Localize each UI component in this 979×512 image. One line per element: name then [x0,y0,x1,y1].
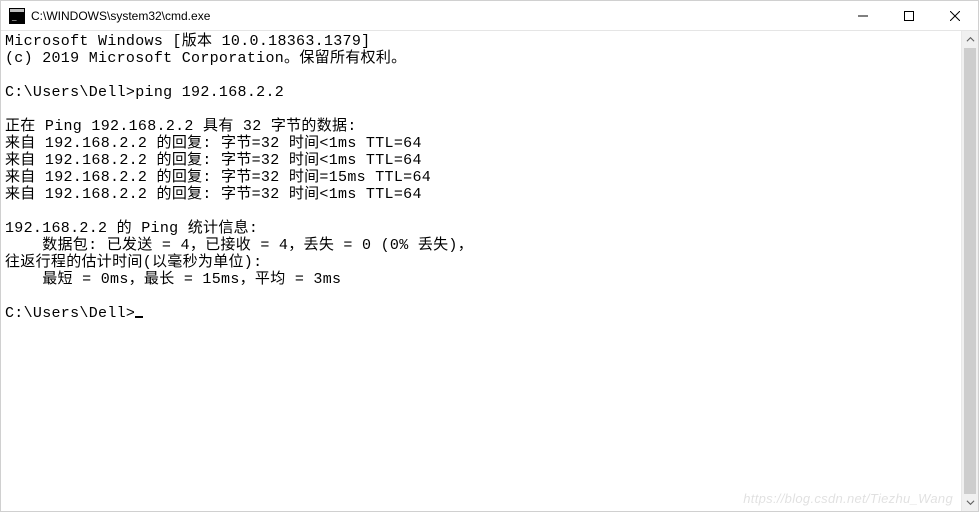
scroll-up-button[interactable] [962,31,978,48]
console-line: 来自 192.168.2.2 的回复: 字节=32 时间<1ms TTL=64 [5,152,422,169]
console-line: 来自 192.168.2.2 的回复: 字节=32 时间=15ms TTL=64 [5,169,431,186]
console-line: 数据包: 已发送 = 4，已接收 = 4，丢失 = 0 (0% 丢失)， [5,237,473,254]
window-titlebar[interactable]: _ C:\WINDOWS\system32\cmd.exe [1,1,978,31]
window-controls [840,1,978,30]
watermark-text: https://blog.csdn.net/Tiezhu_Wang [743,490,953,507]
console-line: 来自 192.168.2.2 的回复: 字节=32 时间<1ms TTL=64 [5,186,422,203]
console-output[interactable]: Microsoft Windows [版本 10.0.18363.1379] (… [1,31,961,511]
minimize-button[interactable] [840,1,886,30]
console-area: Microsoft Windows [版本 10.0.18363.1379] (… [1,31,978,511]
console-prompt-line: C:\Users\Dell>ping 192.168.2.2 [5,84,284,101]
text-cursor [135,316,143,318]
close-button[interactable] [932,1,978,30]
console-prompt: C:\Users\Dell> [5,305,135,322]
console-line: 192.168.2.2 的 Ping 统计信息: [5,220,258,237]
vertical-scrollbar[interactable] [961,31,978,511]
window-title: C:\WINDOWS\system32\cmd.exe [31,9,210,23]
console-line: (c) 2019 Microsoft Corporation。保留所有权利。 [5,50,406,67]
maximize-button[interactable] [886,1,932,30]
scrollbar-thumb[interactable] [964,48,976,494]
scroll-down-button[interactable] [962,494,978,511]
console-line: 来自 192.168.2.2 的回复: 字节=32 时间<1ms TTL=64 [5,135,422,152]
console-line: Microsoft Windows [版本 10.0.18363.1379] [5,33,370,50]
console-line: 正在 Ping 192.168.2.2 具有 32 字节的数据: [5,118,357,135]
cmd-icon: _ [9,8,25,24]
svg-text:_: _ [11,12,17,22]
console-line: 往返行程的估计时间(以毫秒为单位): [5,254,262,271]
console-line: 最短 = 0ms，最长 = 15ms，平均 = 3ms [5,271,341,288]
scrollbar-track[interactable] [962,48,978,494]
